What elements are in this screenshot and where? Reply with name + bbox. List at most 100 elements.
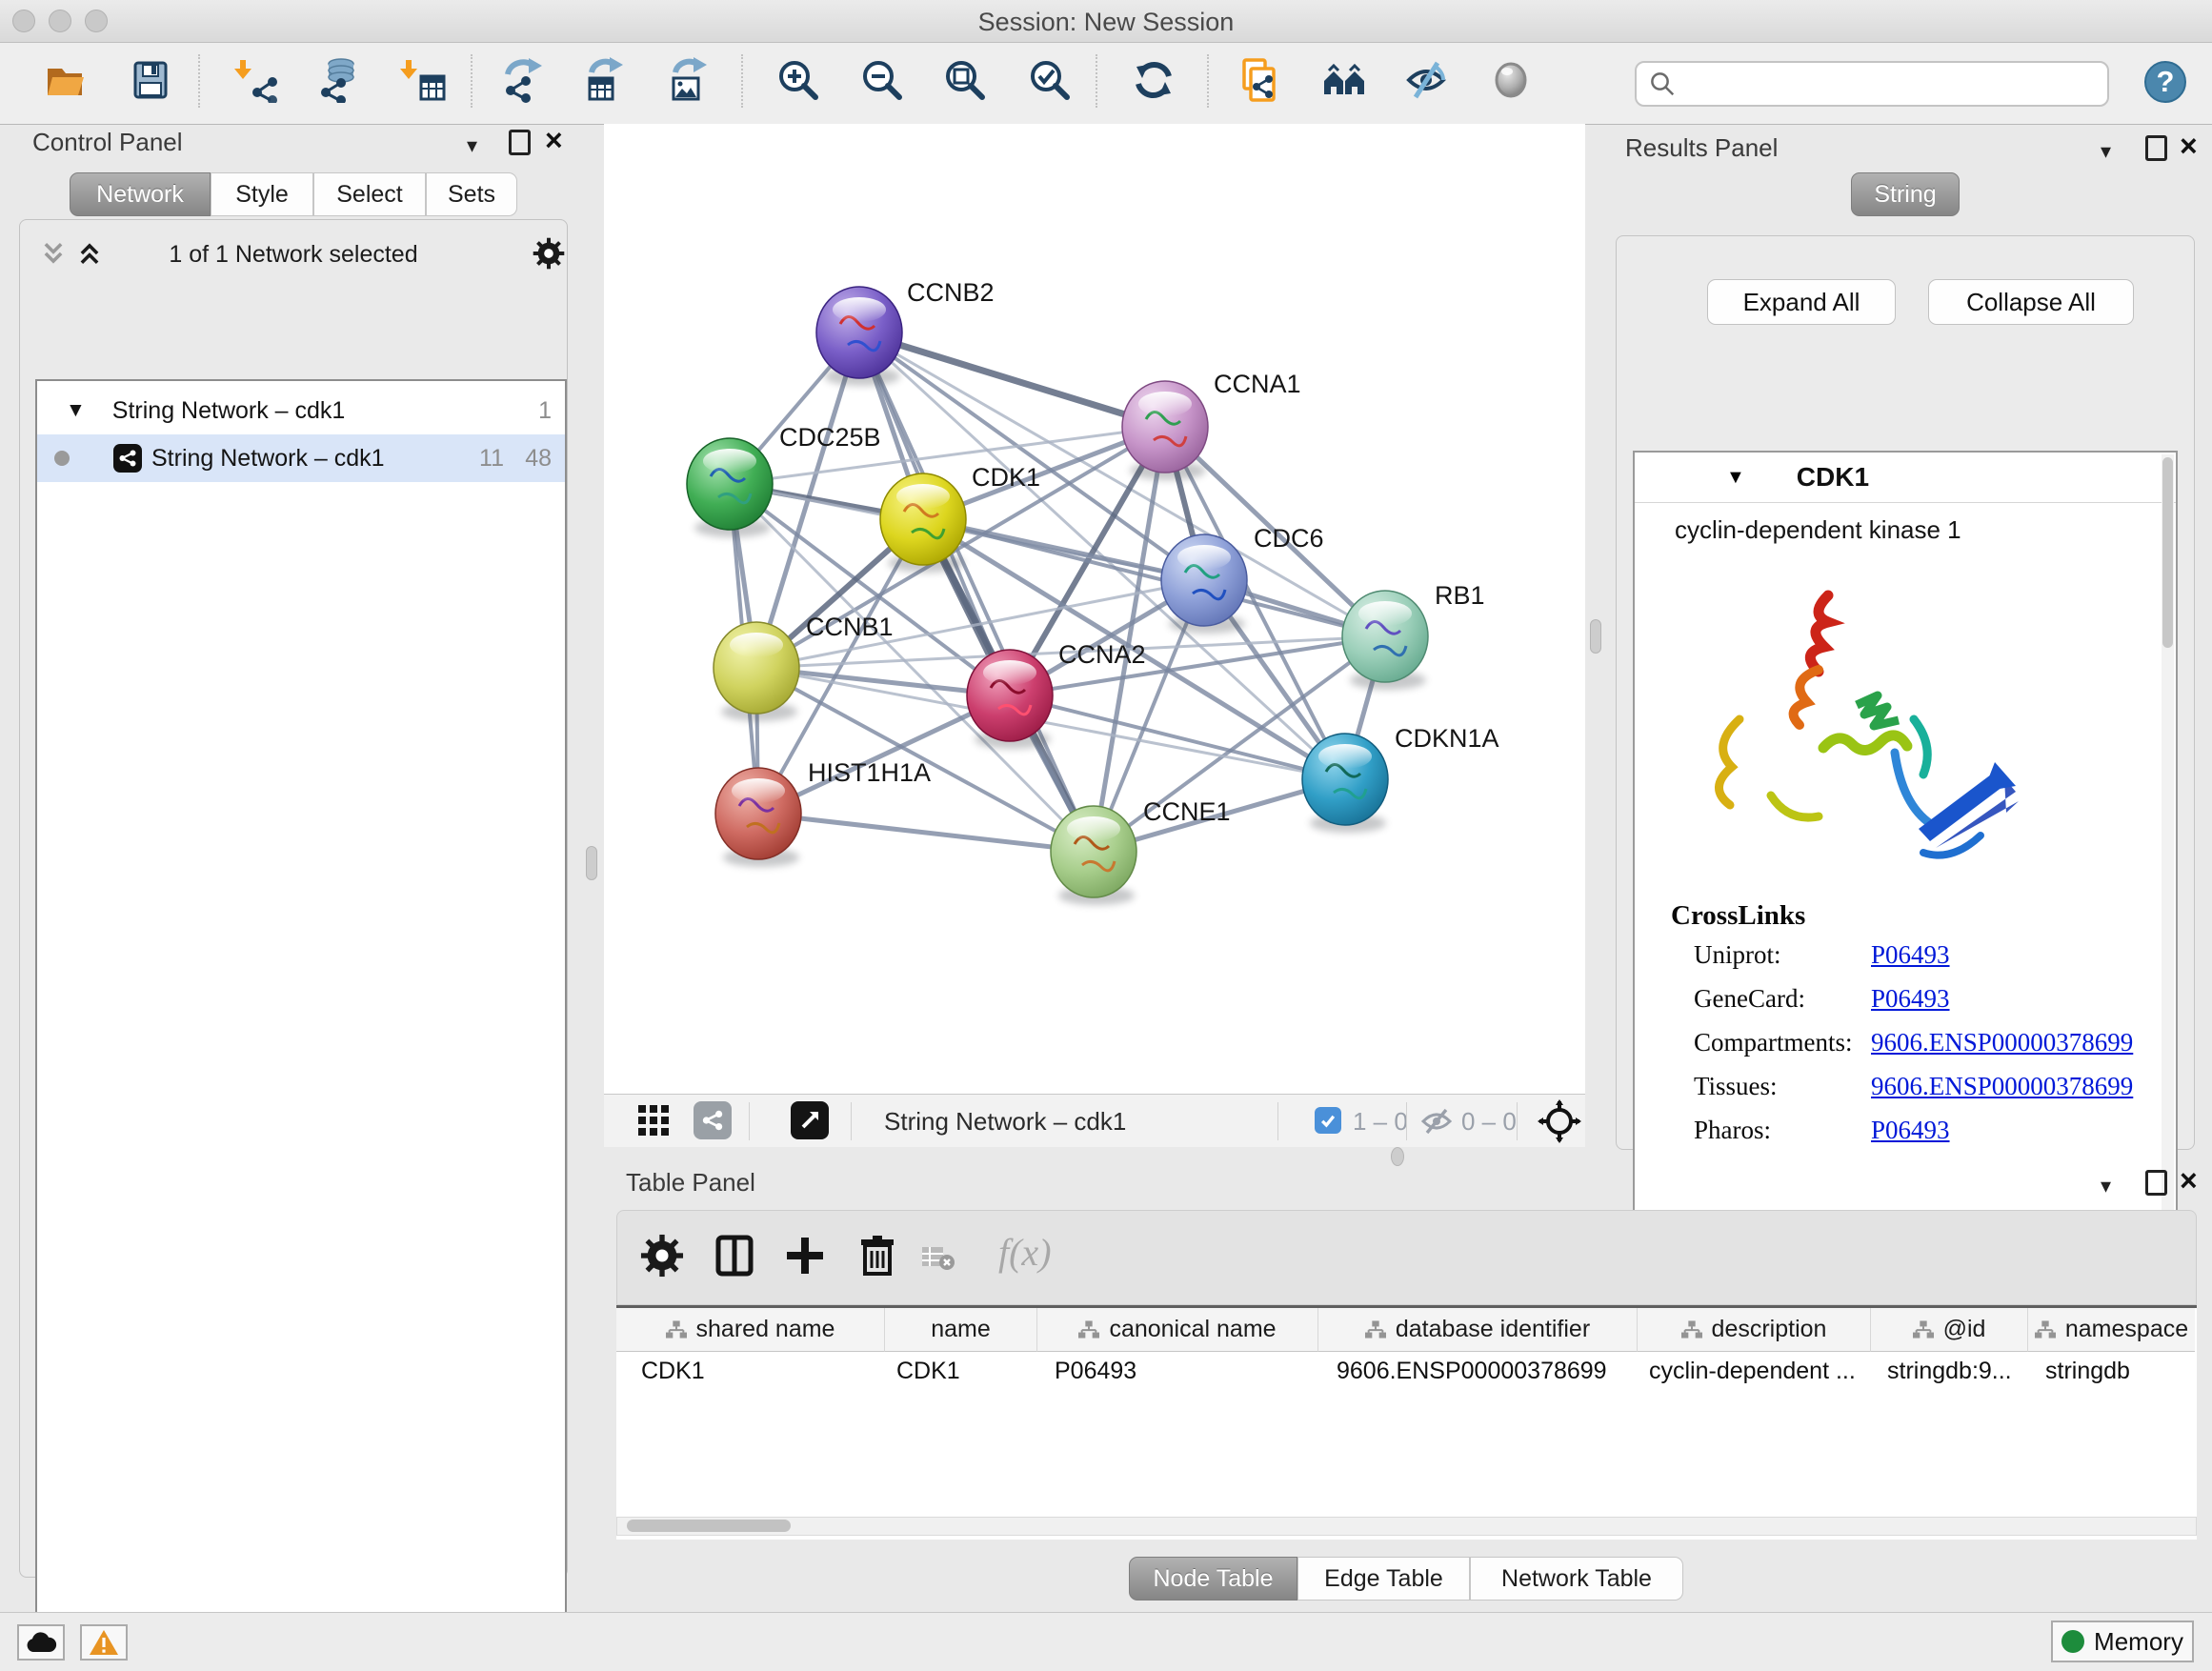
crosslink-compartments-link[interactable]: 9606.ENSP00000378699: [1871, 1028, 2133, 1057]
selected-nodes-checkbox-icon[interactable]: [1315, 1107, 1341, 1134]
column-header-id[interactable]: @id: [1871, 1308, 2028, 1352]
column-header-canonical-name[interactable]: canonical name: [1037, 1308, 1318, 1352]
window-title: Session: New Session: [0, 8, 2212, 37]
memory-button[interactable]: Memory: [2051, 1621, 2194, 1662]
collapse-triangle-icon[interactable]: ▼: [1726, 467, 1745, 489]
fit-center-crosshair-icon[interactable]: [1538, 1099, 1581, 1148]
shared-column-icon: [2035, 1320, 2056, 1339]
birds-eye-view-icon[interactable]: [791, 1101, 829, 1139]
column-header-database-identifier[interactable]: database identifier: [1318, 1308, 1638, 1352]
tab-node-table[interactable]: Node Table: [1129, 1557, 1297, 1601]
network-node-CCNE1[interactable]: CCNE1: [1051, 797, 1231, 905]
network-node-RB1[interactable]: RB1: [1342, 581, 1485, 690]
svg-text:CDC25B: CDC25B: [779, 423, 881, 452]
table-panel-float-icon[interactable]: [2145, 1170, 2167, 1196]
column-header-namespace[interactable]: namespace: [2028, 1308, 2195, 1352]
results-panel: Results Panel ▾ × String Expand All Coll…: [1605, 124, 2212, 1153]
tab-style[interactable]: Style: [211, 172, 313, 216]
zoom-out-icon[interactable]: [859, 57, 905, 103]
expand-all-button[interactable]: Expand All: [1707, 279, 1896, 325]
network-row-selected[interactable]: String Network – cdk1 11 48: [37, 434, 565, 482]
tab-select[interactable]: Select: [313, 172, 426, 216]
first-neighbors-icon[interactable]: [1321, 57, 1367, 103]
hide-selection-icon[interactable]: [1403, 57, 1449, 103]
cloud-icon: [25, 1631, 57, 1654]
delete-column-icon[interactable]: [855, 1234, 905, 1283]
control-panel-float-icon[interactable]: [509, 130, 531, 155]
search-input[interactable]: [1682, 70, 2107, 99]
table-horizontal-scrollbar[interactable]: [616, 1517, 2197, 1536]
tab-edge-table[interactable]: Edge Table: [1297, 1557, 1470, 1601]
tab-network-table[interactable]: Network Table: [1470, 1557, 1683, 1601]
network-collection-row[interactable]: ▼ String Network – cdk1 1: [37, 387, 565, 434]
network-view-title: String Network – cdk1: [884, 1107, 1126, 1137]
results-scrollbar-thumb[interactable]: [2162, 457, 2173, 648]
tab-sets[interactable]: Sets: [426, 172, 517, 216]
search-box[interactable]: [1635, 61, 2109, 107]
table-panel-menu-icon[interactable]: ▾: [2101, 1174, 2111, 1198]
new-network-from-selection-icon[interactable]: [1237, 57, 1282, 103]
show-all-icon[interactable]: [1488, 57, 1534, 103]
right-splitter-handle[interactable]: [1590, 619, 1601, 654]
add-column-icon[interactable]: [783, 1234, 833, 1283]
node-details-header[interactable]: ▼ CDK1: [1635, 453, 2176, 503]
network-edge-count: 48: [525, 445, 552, 473]
svg-text:CCNB1: CCNB1: [806, 613, 894, 641]
warnings-button[interactable]: [80, 1624, 128, 1661]
table-scrollbar-thumb[interactable]: [627, 1520, 791, 1532]
results-panel-close-icon[interactable]: ×: [2180, 133, 2198, 158]
network-view-canvas[interactable]: .eD{stroke:#5c6880;opacity:.85}.eM{strok…: [604, 124, 1585, 1094]
export-table-icon[interactable]: [582, 57, 628, 103]
results-panel-float-icon[interactable]: [2145, 135, 2167, 161]
cell-namespace: stringdb: [2045, 1358, 2188, 1385]
crosslink-row: Pharos:: [1694, 1116, 1771, 1145]
import-table-from-file-icon[interactable]: [400, 57, 446, 103]
left-splitter-handle[interactable]: [586, 846, 597, 880]
network-node-CDC25B[interactable]: CDC25B: [687, 423, 881, 537]
column-header-shared-name[interactable]: shared name: [616, 1308, 885, 1352]
table-panel-close-icon[interactable]: ×: [2180, 1168, 2198, 1193]
network-node-CDKN1A[interactable]: CDKN1A: [1302, 724, 1499, 833]
results-panel-menu-icon[interactable]: ▾: [2101, 139, 2111, 164]
crosslink-pharos-link[interactable]: P06493: [1871, 1116, 1950, 1145]
tab-network[interactable]: Network: [70, 172, 211, 216]
tab-string[interactable]: String: [1851, 172, 1960, 216]
network-node-CCNA1[interactable]: CCNA1: [1122, 370, 1301, 480]
network-node-CDC6[interactable]: CDC6: [1161, 524, 1324, 634]
open-session-icon[interactable]: [42, 57, 88, 103]
crosslink-tissues-link[interactable]: 9606.ENSP00000378699: [1871, 1072, 2133, 1101]
cloud-status-button[interactable]: [17, 1624, 65, 1661]
network-node-CCNB2[interactable]: CCNB2: [816, 278, 995, 386]
crosslink-genecard-link[interactable]: P06493: [1871, 984, 1950, 1014]
svg-text:HIST1H1A: HIST1H1A: [808, 758, 931, 787]
svg-text:RB1: RB1: [1435, 581, 1485, 610]
apply-preferred-layout-icon[interactable]: [1131, 57, 1176, 103]
save-session-icon[interactable]: [128, 57, 173, 103]
crosslink-label: Pharos:: [1694, 1116, 1771, 1144]
grid-view-icon[interactable]: [636, 1103, 673, 1144]
column-header-name[interactable]: name: [885, 1308, 1037, 1352]
import-network-from-file-icon[interactable]: [234, 57, 280, 103]
help-icon[interactable]: ?: [2144, 61, 2186, 103]
collapse-triangle-icon[interactable]: ▼: [66, 399, 86, 422]
network-overview-icon[interactable]: [694, 1101, 732, 1139]
column-header-description[interactable]: description: [1638, 1308, 1871, 1352]
statusbar-divider: [1517, 1102, 1518, 1140]
export-image-icon[interactable]: [666, 57, 712, 103]
import-network-from-database-icon[interactable]: [315, 57, 361, 103]
results-scrollbar[interactable]: [2162, 454, 2174, 1242]
toolbar-separator: [1096, 54, 1097, 108]
show-columns-icon[interactable]: [713, 1234, 762, 1283]
network-list-gear-icon[interactable]: [533, 237, 565, 274]
collapse-all-button[interactable]: Collapse All: [1928, 279, 2134, 325]
zoom-fit-content-icon[interactable]: [942, 57, 988, 103]
network-node-HIST1H1A[interactable]: HIST1H1A: [715, 758, 931, 867]
zoom-selected-region-icon[interactable]: [1027, 57, 1073, 103]
hidden-elements-icon: [1419, 1106, 1454, 1141]
crosslink-uniprot-link[interactable]: P06493: [1871, 940, 1950, 970]
zoom-in-icon[interactable]: [775, 57, 821, 103]
table-gear-icon[interactable]: [640, 1234, 690, 1283]
control-panel-menu-icon[interactable]: ▾: [467, 133, 477, 158]
export-network-icon[interactable]: [500, 57, 546, 103]
control-panel-close-icon[interactable]: ×: [545, 128, 563, 152]
